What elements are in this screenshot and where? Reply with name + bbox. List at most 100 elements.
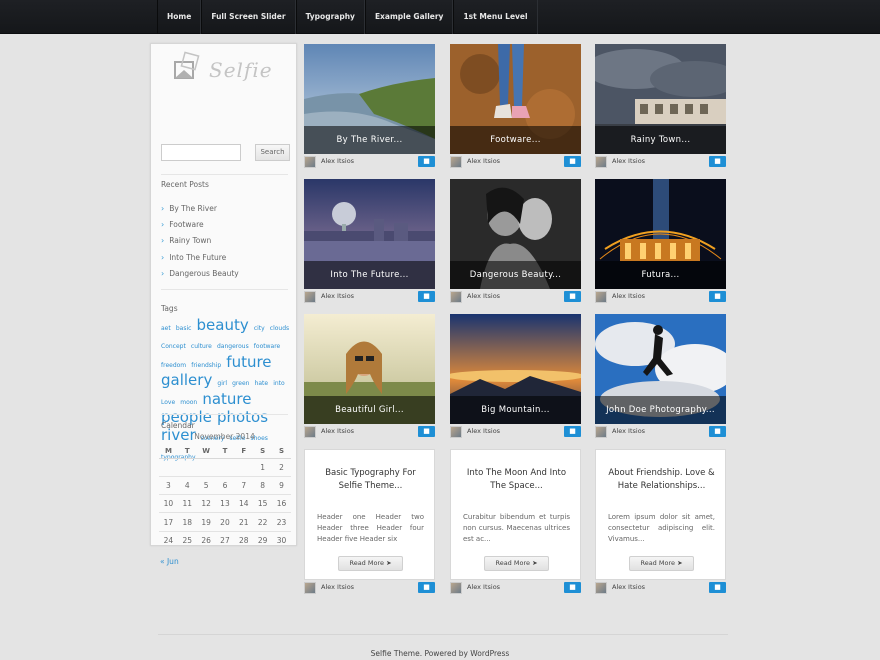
author-name[interactable]: Alex Itsios: [321, 427, 354, 435]
post-title[interactable]: About Friendship. Love & Hate Relationsh…: [604, 467, 719, 493]
tag-link[interactable]: footware: [254, 343, 280, 350]
post-thumbnail[interactable]: Rainy Town...: [595, 44, 726, 154]
author-name[interactable]: Alex Itsios: [321, 157, 354, 165]
photo-post-card[interactable]: Dangerous Beauty... Alex Itsios ■: [450, 179, 581, 304]
comment-icon[interactable]: ■: [564, 426, 581, 437]
post-thumbnail[interactable]: Into The Future...: [304, 179, 435, 289]
post-thumbnail[interactable]: Beautiful Girl...: [304, 314, 435, 424]
tag-link[interactable]: friendship: [191, 362, 221, 369]
post-title-overlay[interactable]: By The River...: [304, 126, 435, 154]
author-name[interactable]: Alex Itsios: [612, 157, 645, 165]
tag-link[interactable]: Concept: [161, 343, 186, 350]
comment-icon[interactable]: ■: [709, 291, 726, 302]
comment-icon[interactable]: ■: [564, 582, 581, 593]
post-thumbnail[interactable]: Dangerous Beauty...: [450, 179, 581, 289]
comment-icon[interactable]: ■: [709, 426, 726, 437]
nav-home[interactable]: Home: [157, 0, 202, 34]
photo-post-card[interactable]: Footware... Alex Itsios ■: [450, 44, 581, 169]
tag-link[interactable]: moon: [180, 399, 197, 406]
author-name[interactable]: Alex Itsios: [321, 583, 354, 591]
author-name[interactable]: Alex Itsios: [467, 157, 500, 165]
post-title-overlay[interactable]: John Doe Photography...: [595, 396, 726, 424]
calendar-prev-link[interactable]: « Jun: [160, 557, 179, 566]
calendar-day: 11: [177, 494, 197, 514]
post-title[interactable]: Basic Typography For Selfie Theme...: [313, 467, 428, 493]
recent-post-link[interactable]: › Dangerous Beauty: [161, 266, 288, 282]
post-title-overlay[interactable]: Dangerous Beauty...: [450, 261, 581, 289]
chevron-right-icon: ›: [161, 268, 165, 278]
post-title-overlay[interactable]: Footware...: [450, 126, 581, 154]
post-title-overlay[interactable]: Rainy Town...: [595, 126, 726, 154]
photo-post-card[interactable]: Beautiful Girl... Alex Itsios ■: [304, 314, 435, 439]
author-name[interactable]: Alex Itsios: [612, 292, 645, 300]
recent-post-link[interactable]: › Rainy Town: [161, 233, 288, 249]
post-title-overlay[interactable]: Big Mountain...: [450, 396, 581, 424]
top-navbar: Home Full Screen Slider Typography Examp…: [0, 0, 880, 34]
tag-link[interactable]: basic: [176, 325, 192, 332]
read-more-button[interactable]: Read More ➤: [629, 556, 694, 571]
author-name[interactable]: Alex Itsios: [467, 427, 500, 435]
tag-link[interactable]: into: [273, 380, 285, 387]
post-meta: Alex Itsios ■: [595, 156, 726, 170]
comment-icon[interactable]: ■: [418, 582, 435, 593]
tag-link[interactable]: Love: [161, 399, 175, 406]
tag-link[interactable]: photos: [217, 408, 268, 426]
photo-post-card[interactable]: John Doe Photography... Alex Itsios ■: [595, 314, 726, 439]
post-thumbnail[interactable]: Big Mountain...: [450, 314, 581, 424]
tag-link[interactable]: city: [254, 325, 265, 332]
comment-icon[interactable]: ■: [709, 582, 726, 593]
photo-post-card[interactable]: Into The Future... Alex Itsios ■: [304, 179, 435, 304]
comment-icon[interactable]: ■: [709, 156, 726, 167]
nav-full-screen-slider[interactable]: Full Screen Slider: [201, 0, 296, 34]
site-logo[interactable]: Selfie: [171, 48, 281, 88]
photo-post-card[interactable]: Big Mountain... Alex Itsios ■: [450, 314, 581, 439]
comment-icon[interactable]: ■: [418, 291, 435, 302]
comment-icon[interactable]: ■: [418, 426, 435, 437]
nav-typography[interactable]: Typography: [295, 0, 365, 34]
author-name[interactable]: Alex Itsios: [467, 583, 500, 591]
post-thumbnail[interactable]: Footware...: [450, 44, 581, 154]
tag-link[interactable]: nature: [202, 390, 251, 408]
post-title-overlay[interactable]: Into The Future...: [304, 261, 435, 289]
comment-icon[interactable]: ■: [564, 156, 581, 167]
tag-link[interactable]: dangerous: [217, 343, 249, 350]
nav-1st-menu-level[interactable]: 1st Menu Level: [453, 0, 538, 34]
calendar-day: 8: [253, 476, 273, 496]
tag-link[interactable]: beauty: [197, 316, 249, 334]
photo-post-card[interactable]: By The River... Alex Itsios ■: [304, 44, 435, 169]
read-more-button[interactable]: Read More ➤: [338, 556, 403, 571]
search-button[interactable]: Search: [255, 144, 290, 161]
tag-link[interactable]: future: [226, 353, 271, 371]
recent-post-link[interactable]: › Footware: [161, 217, 288, 233]
recent-post-link[interactable]: › Into The Future: [161, 250, 288, 266]
post-thumbnail[interactable]: By The River...: [304, 44, 435, 154]
recent-post-link[interactable]: › By The River: [161, 201, 288, 217]
author-name[interactable]: Alex Itsios: [612, 583, 645, 591]
tag-link[interactable]: gallery: [161, 371, 212, 389]
tag-link[interactable]: green: [232, 380, 249, 387]
nav-example-gallery[interactable]: Example Gallery: [364, 0, 454, 34]
comment-icon[interactable]: ■: [564, 291, 581, 302]
author-name[interactable]: Alex Itsios: [612, 427, 645, 435]
author-name[interactable]: Alex Itsios: [467, 292, 500, 300]
calendar-day: 2: [272, 458, 291, 477]
tag-link[interactable]: hate: [255, 380, 269, 387]
text-post-card: Basic Typography For Selfie Theme... Hea…: [304, 449, 435, 596]
tag-link[interactable]: girl: [217, 380, 227, 387]
tag-link[interactable]: aet: [161, 325, 171, 332]
search-input[interactable]: [161, 144, 241, 161]
post-title-overlay[interactable]: Beautiful Girl...: [304, 396, 435, 424]
comment-icon[interactable]: ■: [418, 156, 435, 167]
tag-link[interactable]: clouds: [270, 325, 289, 332]
post-thumbnail[interactable]: Futura...: [595, 179, 726, 289]
photo-post-card[interactable]: Futura... Alex Itsios ■: [595, 179, 726, 304]
post-title-overlay[interactable]: Futura...: [595, 261, 726, 289]
post-title[interactable]: Into The Moon And Into The Space...: [459, 467, 574, 493]
photo-post-card[interactable]: Rainy Town... Alex Itsios ■: [595, 44, 726, 169]
tag-link[interactable]: freedom: [161, 362, 186, 369]
calendar-day: 23: [272, 512, 291, 532]
tag-link[interactable]: culture: [191, 343, 212, 350]
author-name[interactable]: Alex Itsios: [321, 292, 354, 300]
post-thumbnail[interactable]: John Doe Photography...: [595, 314, 726, 424]
read-more-button[interactable]: Read More ➤: [484, 556, 549, 571]
